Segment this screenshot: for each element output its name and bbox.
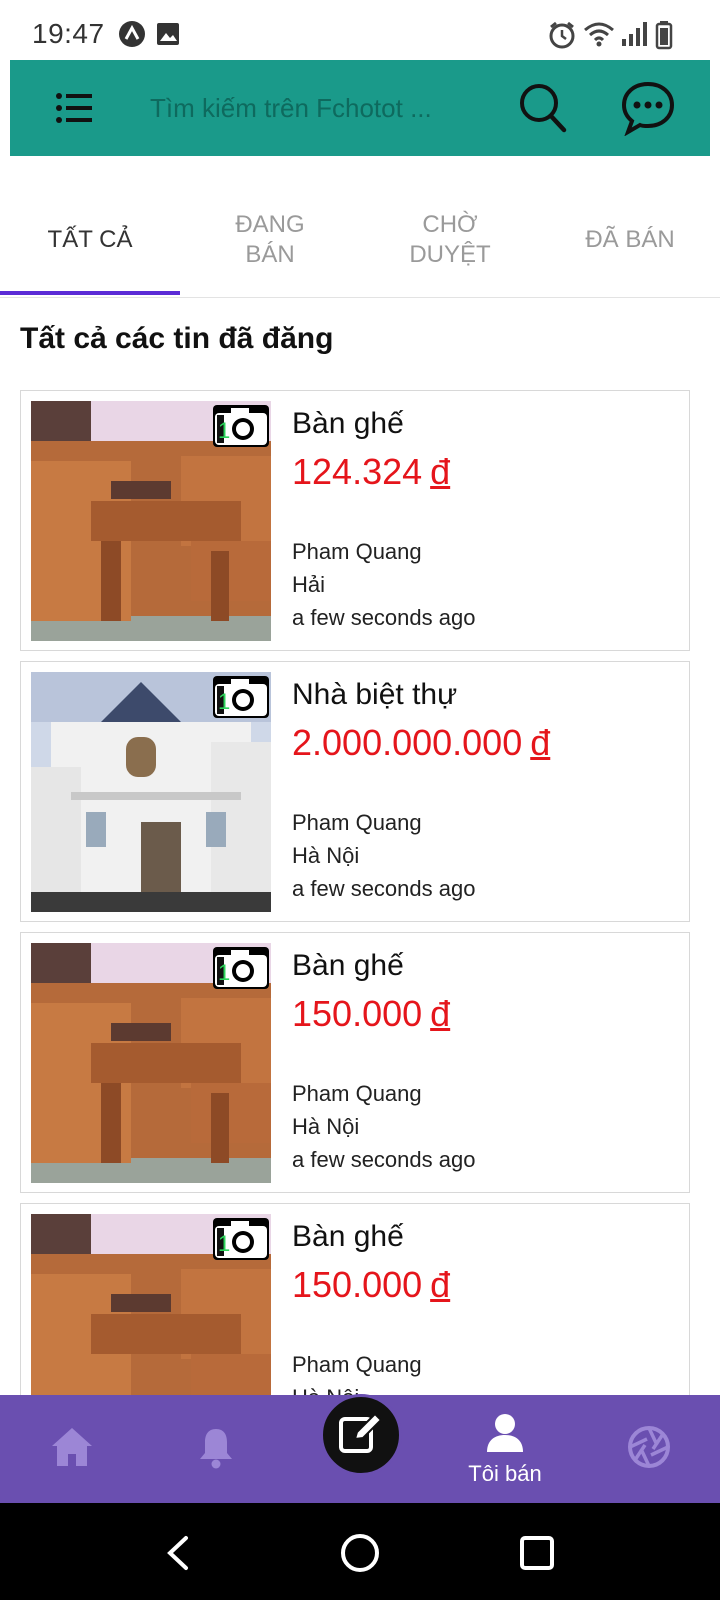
aperture-icon <box>627 1425 671 1474</box>
section-title: Tất cả các tin đã đăng <box>20 322 334 355</box>
furniture-photo: 1 <box>31 943 271 1183</box>
listing-price: 150.000 đ <box>292 993 451 1034</box>
tab-selling[interactable]: ĐANG BÁN <box>180 188 360 297</box>
svg-text:1: 1 <box>218 689 230 714</box>
status-bar: 19:47 <box>0 0 720 60</box>
search-icon[interactable] <box>518 82 568 134</box>
user-icon <box>485 1412 525 1459</box>
nav-aperture[interactable] <box>626 1395 672 1503</box>
listing-seller: Pham Quang <box>292 539 422 564</box>
listing-location: Hà Nội <box>292 843 360 868</box>
battery-icon <box>655 20 673 55</box>
tab-sold[interactable]: ĐÃ BÁN <box>540 188 720 297</box>
listing-list: 1 Bàn ghế 124.324 đ Pham Quang Hải a few … <box>20 390 690 1474</box>
edit-icon <box>337 1409 385 1462</box>
listing-card[interactable]: 1 Bàn ghế 150.000 đ Pham Quang Hà Nội a f… <box>20 932 690 1193</box>
search-input[interactable] <box>150 88 480 128</box>
tab-bar: TẤT CẢ ĐANG BÁN CHỜ DUYỆT ĐÃ BÁN <box>0 188 720 298</box>
listing-seller: Pham Quang <box>292 810 422 835</box>
nav-notifications[interactable] <box>196 1395 236 1503</box>
furniture-photo: 1 <box>31 401 271 641</box>
bell-icon <box>198 1425 234 1474</box>
alarm-icon <box>547 20 577 55</box>
listing-title: Bàn ghế <box>292 407 404 440</box>
status-time: 19:47 <box>32 18 105 49</box>
camera-icon: 1 <box>213 947 269 989</box>
image-icon <box>156 20 180 53</box>
listing-price: 150.000 đ <box>292 1264 451 1305</box>
nav-home[interactable] <box>44 1395 100 1503</box>
listing-time: a few seconds ago <box>292 605 476 630</box>
listing-card[interactable]: 1 Nhà biệt thự 2.000.000.000 đ Pham Quang… <box>20 661 690 922</box>
menu-icon[interactable] <box>54 88 94 128</box>
listing-title: Bàn ghế <box>292 1220 404 1253</box>
tab-indicator <box>0 291 180 295</box>
svg-text:1: 1 <box>218 960 230 985</box>
app-bar <box>10 60 710 156</box>
svg-text:1: 1 <box>218 418 230 443</box>
wifi-icon <box>583 20 615 53</box>
tab-all[interactable]: TẤT CẢ <box>0 188 180 297</box>
listing-seller: Pham Quang <box>292 1081 422 1106</box>
system-nav <box>0 1503 720 1600</box>
nav-my-sales[interactable]: Tôi bán <box>440 1395 570 1503</box>
camera-icon: 1 <box>213 1218 269 1260</box>
listing-seller: Pham Quang <box>292 1352 422 1377</box>
listing-location: Hải <box>292 572 326 597</box>
listing-location: Hà Nội <box>292 1114 360 1139</box>
nav-my-sales-label: Tôi bán <box>468 1460 542 1486</box>
back-icon[interactable] <box>164 1535 190 1576</box>
signal-icon <box>620 20 648 53</box>
create-post-button[interactable] <box>320 1394 402 1476</box>
svg-text:1: 1 <box>218 1231 230 1256</box>
camera-icon: 1 <box>213 676 269 718</box>
app-notification-icon <box>118 20 146 53</box>
chat-icon[interactable] <box>620 80 676 137</box>
home-circle-icon[interactable] <box>340 1533 380 1578</box>
listing-card[interactable]: 1 Bàn ghế 124.324 đ Pham Quang Hải a few … <box>20 390 690 651</box>
listing-title: Nhà biệt thự <box>292 678 458 711</box>
home-icon <box>50 1425 94 1474</box>
tab-pending[interactable]: CHỜ DUYỆT <box>360 188 540 297</box>
listing-time: a few seconds ago <box>292 876 476 901</box>
listing-price: 2.000.000.000 đ <box>292 722 551 763</box>
recents-icon[interactable] <box>520 1536 554 1575</box>
villa-photo: 1 <box>31 672 271 912</box>
listing-time: a few seconds ago <box>292 1147 476 1172</box>
listing-price: 124.324 đ <box>292 451 451 492</box>
listing-title: Bàn ghế <box>292 949 404 982</box>
camera-icon: 1 <box>213 405 269 447</box>
